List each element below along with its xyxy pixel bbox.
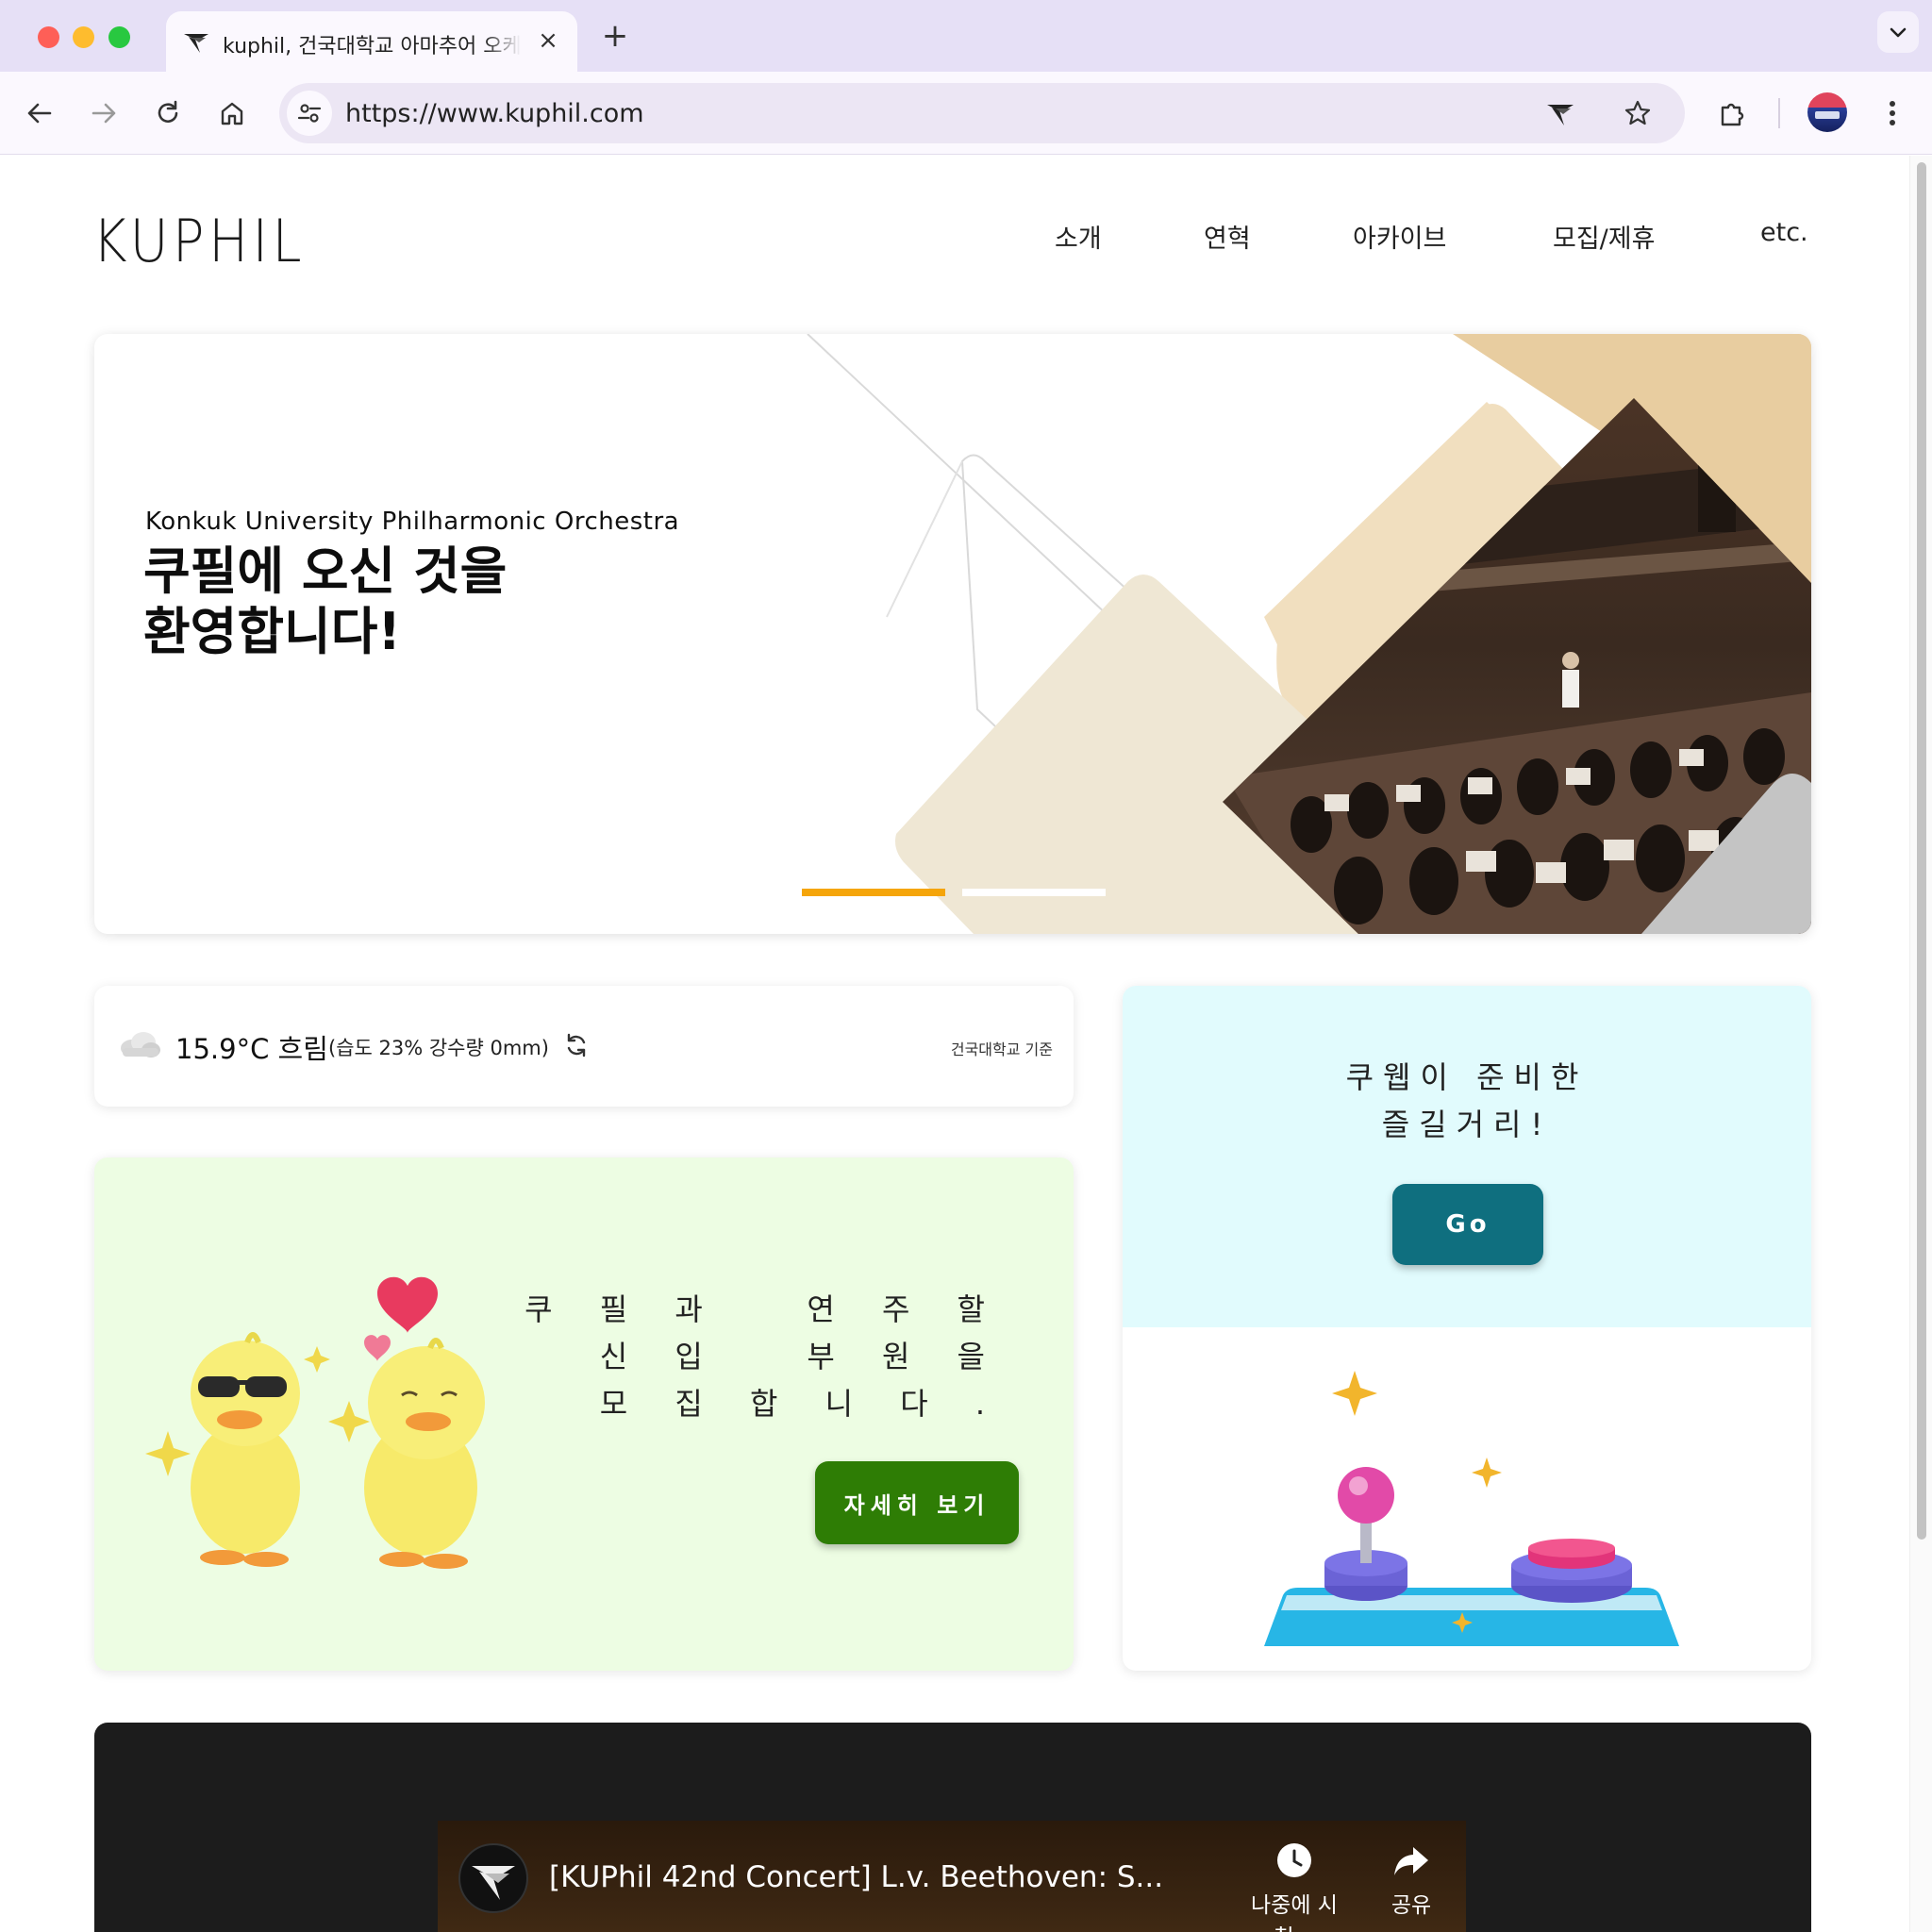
games-go-button[interactable]: Go — [1392, 1184, 1543, 1265]
video-title[interactable]: [KUPhil 42nd Concert] L.v. Beethoven: S.… — [549, 1860, 1163, 1894]
star-icon — [1624, 100, 1651, 125]
watch-later-button[interactable]: 나중에 시청... — [1238, 1841, 1351, 1932]
tune-icon — [297, 104, 322, 123]
hero-banner: Konkuk University Philharmonic Orchestra… — [94, 334, 1811, 934]
arrow-right-icon — [92, 103, 116, 124]
tab-search-button[interactable] — [1877, 11, 1919, 53]
watch-later-label: 나중에 시청... — [1251, 1893, 1338, 1932]
home-button[interactable] — [209, 91, 255, 136]
browser-toolbar: https://www.kuphil.com — [0, 72, 1932, 155]
reload-button[interactable] — [145, 91, 191, 136]
minimize-window-button[interactable] — [73, 26, 94, 48]
site-logo[interactable]: KUPHIL — [92, 207, 306, 275]
site-info-button[interactable] — [287, 91, 332, 136]
close-window-button[interactable] — [38, 26, 59, 48]
url-text[interactable]: https://www.kuphil.com — [345, 99, 644, 128]
games-card-header — [1123, 986, 1811, 1327]
ducks-illustration — [145, 1276, 485, 1569]
weather-card: 15.9°C 흐림 (습도 23% 강수량 0mm) 건국대학교 기준 — [94, 986, 1074, 1107]
tab-title: kuphil, 건국대학교 아마추어 오케스트라 — [223, 35, 521, 58]
nav-item-recruit[interactable]: 모집/제휴 — [1553, 218, 1655, 255]
forward-button[interactable] — [81, 91, 126, 136]
share-arrow-icon — [1394, 1847, 1428, 1875]
hero-headline-line1: 쿠필에 오신 것을 — [143, 541, 508, 601]
youtube-embed[interactable]: [KUPhil 42nd Concert] L.v. Beethoven: S.… — [438, 1821, 1466, 1932]
weather-temperature: 15.9°C 흐림 — [175, 1033, 328, 1065]
nav-item-archive[interactable]: 아카이브 — [1353, 218, 1446, 255]
profile-avatar[interactable] — [1807, 92, 1847, 132]
tab-close-button[interactable]: × — [532, 25, 564, 57]
channel-avatar[interactable] — [458, 1843, 528, 1913]
recruit-text-line2: 신 입 부 원 을 — [599, 1339, 1004, 1374]
slide-indicator-active[interactable] — [802, 889, 945, 896]
arcade-controller-illustration — [1264, 1371, 1679, 1646]
kuphil-logo-icon — [472, 1866, 515, 1900]
kuphil-favicon-icon — [184, 34, 208, 53]
games-text-line1: 쿠웹이 준비한 — [1345, 1059, 1589, 1095]
games-text-line2: 즐길거리! — [1381, 1107, 1553, 1142]
back-button[interactable] — [17, 91, 62, 136]
video-section: [KUPhil 42nd Concert] L.v. Beethoven: S.… — [94, 1723, 1811, 1932]
puzzle-icon — [1721, 103, 1744, 126]
nav-item-about[interactable]: 소개 — [1055, 218, 1102, 255]
recruit-text-line1: 쿠 필 과 연 주 할 — [525, 1291, 1004, 1327]
bookmark-button[interactable] — [1619, 94, 1657, 132]
new-tab-button[interactable]: + — [596, 17, 634, 55]
address-bar[interactable]: https://www.kuphil.com — [279, 83, 1685, 143]
browser-tab[interactable]: kuphil, 건국대학교 아마추어 오케스트라 × — [166, 11, 577, 72]
share-label: 공유 — [1391, 1893, 1432, 1918]
recruit-text-line3: 모 집 합 니 다 . — [599, 1386, 1004, 1422]
more-vertical-icon — [1890, 101, 1895, 125]
maximize-window-button[interactable] — [108, 26, 130, 48]
tab-strip: kuphil, 건국대학교 아마추어 오케스트라 × + — [0, 0, 1932, 72]
cloud-icon — [121, 1032, 160, 1058]
weather-details: (습도 23% 강수량 0mm) — [328, 1037, 549, 1059]
clock-icon — [1277, 1843, 1311, 1877]
chevron-down-icon — [1890, 27, 1907, 38]
home-icon — [221, 102, 243, 125]
hero-headline: 쿠필에 오신 것을 환영합니다! — [143, 541, 507, 662]
kuphil-extension-icon[interactable] — [1543, 96, 1577, 130]
nav-item-etc[interactable]: etc. — [1760, 218, 1808, 247]
refresh-icon[interactable] — [562, 1031, 591, 1059]
games-card: 쿠웹이 준비한 즐길거리! Go — [1123, 986, 1811, 1671]
share-button[interactable]: 공유 — [1364, 1841, 1458, 1919]
recruit-details-button[interactable]: 자세히 보기 — [815, 1461, 1019, 1544]
hero-subtitle: Konkuk University Philharmonic Orchestra — [145, 508, 680, 536]
scrollbar-thumb[interactable] — [1917, 162, 1926, 1540]
page-viewport: KUPHIL 소개 연혁 아카이브 모집/제휴 etc. Konkuk Univ… — [0, 156, 1909, 1932]
toolbar-divider — [1778, 98, 1780, 128]
reload-icon — [158, 100, 178, 123]
weather-basis: 건국대학교 기준 — [950, 1041, 1053, 1058]
nav-item-history[interactable]: 연혁 — [1204, 218, 1251, 255]
slide-indicator[interactable] — [962, 889, 1106, 896]
hero-headline-line2: 환영합니다! — [143, 602, 402, 661]
browser-menu-button[interactable] — [1870, 91, 1915, 136]
arrow-left-icon — [27, 103, 52, 124]
recruit-card: 쿠 필 과 연 주 할 신 입 부 원 을 모 집 합 니 다 . 자세히 보기 — [94, 1158, 1074, 1671]
extensions-button[interactable] — [1709, 91, 1755, 136]
